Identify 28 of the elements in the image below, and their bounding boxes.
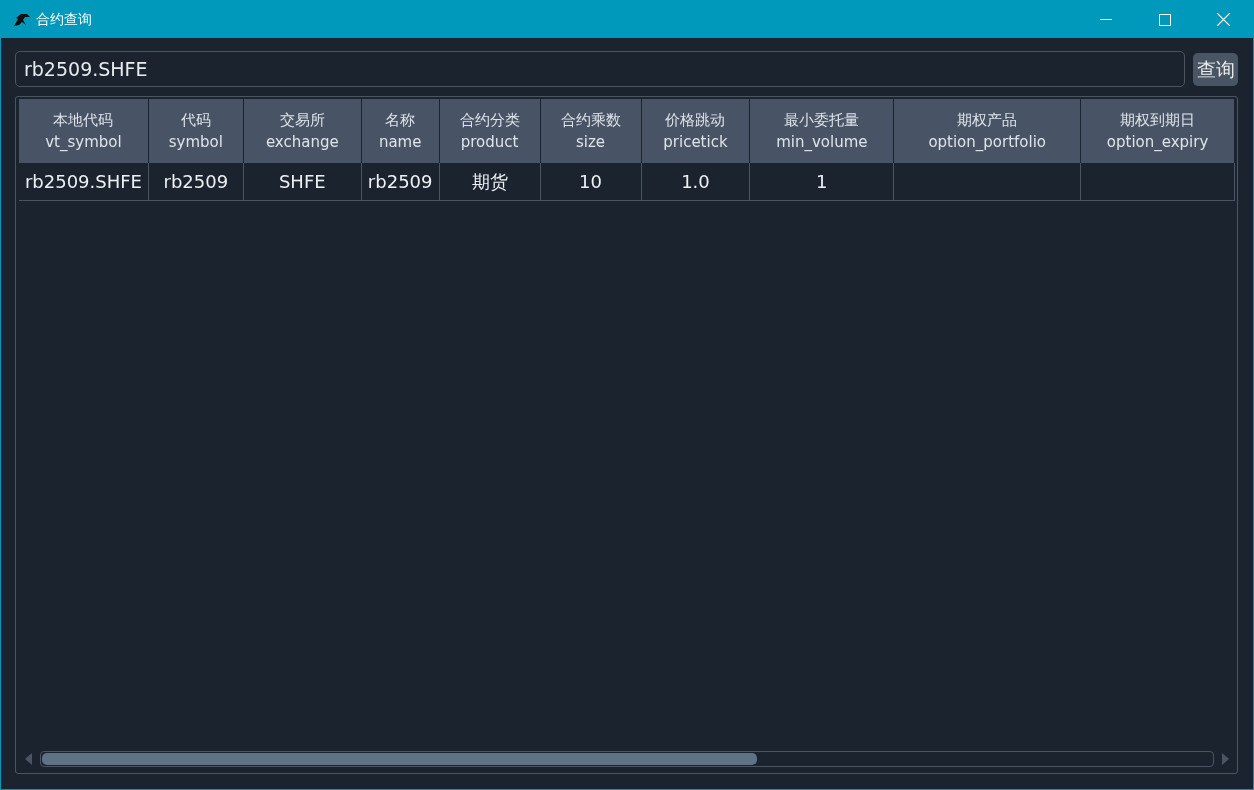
table-cell: 期货 bbox=[439, 163, 541, 201]
table-cell: 1 bbox=[750, 163, 895, 201]
query-button[interactable]: 查询 bbox=[1193, 52, 1238, 86]
column-header[interactable]: 本地代码 vt_symbol bbox=[19, 99, 148, 163]
scroll-right-icon[interactable] bbox=[1222, 753, 1229, 765]
column-header[interactable]: 交易所 exchange bbox=[243, 99, 361, 163]
column-header[interactable]: 名称 name bbox=[361, 99, 439, 163]
scrollbar-thumb[interactable] bbox=[42, 753, 757, 765]
column-header[interactable]: 最小委托量 min_volume bbox=[750, 99, 894, 163]
column-header[interactable]: 期权产品 option_portfolio bbox=[894, 99, 1081, 163]
search-field[interactable]: rb2509.SHFE bbox=[15, 51, 1185, 87]
table-cell: SHFE bbox=[243, 163, 362, 201]
app-logo-icon bbox=[13, 12, 31, 27]
window-title: 合约查询 bbox=[36, 10, 92, 29]
minimize-icon[interactable] bbox=[1099, 19, 1112, 20]
scroll-left-icon[interactable] bbox=[25, 753, 32, 765]
column-header[interactable]: 合约乘数 size bbox=[540, 99, 641, 163]
close-icon[interactable] bbox=[1217, 13, 1230, 26]
table-cell: 10 bbox=[540, 163, 642, 201]
column-header[interactable]: 期权到期日 option_expiry bbox=[1081, 99, 1234, 163]
table-cell: rb2509 bbox=[361, 163, 440, 201]
maximize-icon[interactable] bbox=[1158, 13, 1171, 26]
table-cell: rb2509 bbox=[148, 163, 244, 201]
column-header[interactable]: 代码 symbol bbox=[148, 99, 243, 163]
table-cell: 1.0 bbox=[641, 163, 751, 201]
table-cell: rb2509.SHFE bbox=[19, 163, 149, 201]
column-header[interactable]: 合约分类 product bbox=[439, 99, 540, 163]
column-header[interactable]: 价格跳动 pricetick bbox=[641, 99, 750, 163]
